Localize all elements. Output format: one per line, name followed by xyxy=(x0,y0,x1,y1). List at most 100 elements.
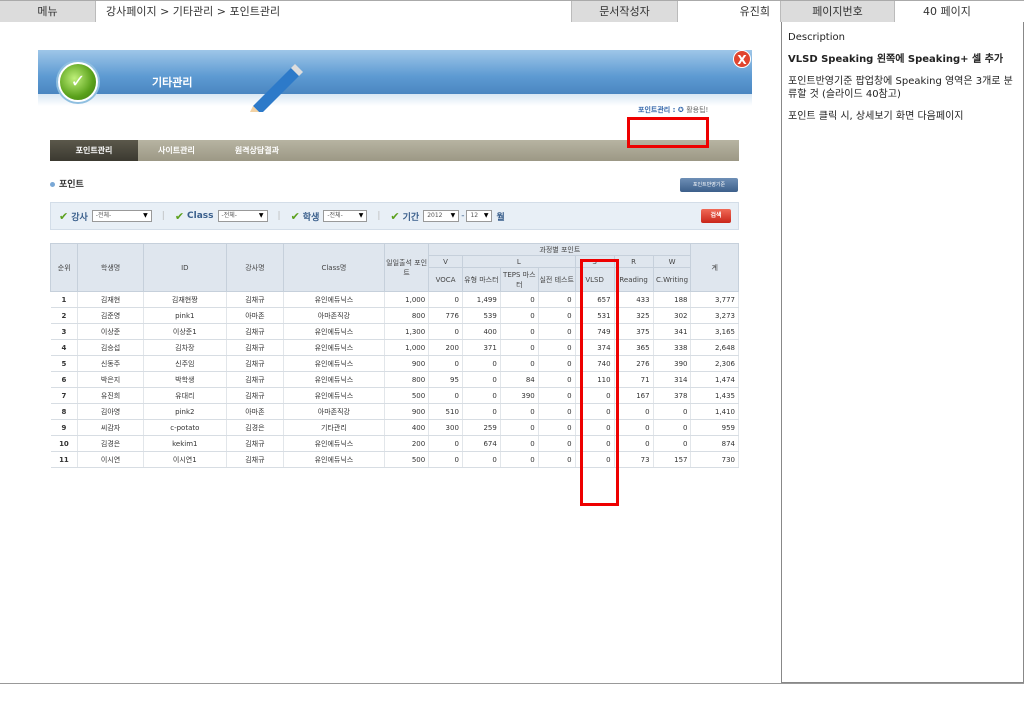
cell-daily[interactable]: 1,000 xyxy=(384,339,430,356)
cell-type-master[interactable]: 0 xyxy=(462,387,501,404)
cell-type-master[interactable]: 0 xyxy=(462,371,501,388)
cell-cwriting[interactable]: 341 xyxy=(653,323,692,340)
cell-teps-master[interactable]: 0 xyxy=(500,419,539,436)
close-icon[interactable]: X xyxy=(733,50,751,68)
cell-total[interactable]: 3,777 xyxy=(690,291,739,308)
cell-daily[interactable]: 500 xyxy=(384,387,430,404)
cell-real-test[interactable]: 0 xyxy=(538,403,576,420)
cell-cwriting[interactable]: 0 xyxy=(653,435,692,452)
cell-real-test[interactable]: 0 xyxy=(538,419,576,436)
student-select[interactable]: -전체- ▼ xyxy=(323,210,368,222)
cell-voca[interactable]: 776 xyxy=(428,307,463,324)
cell-total[interactable]: 1,410 xyxy=(690,403,739,420)
cell-type-master[interactable]: 0 xyxy=(462,355,501,372)
table-row[interactable]: 1 김재현 김재현짱 김채규 유인에듀닉스 1,000 0 1,499 0 0 657 433 188 3… xyxy=(50,291,739,308)
table-row[interactable]: 9 씨감자 c-potato 김경은 기타관리 400 300 259 0 0 0 0 0 959 xyxy=(50,419,739,436)
tab-remote-consult-results[interactable]: 원격상담결과 xyxy=(215,140,299,161)
cell-cwriting[interactable]: 188 xyxy=(653,291,692,308)
cell-teps-master[interactable]: 390 xyxy=(500,387,539,404)
cell-daily[interactable]: 1,300 xyxy=(384,323,430,340)
cell-voca[interactable]: 200 xyxy=(428,339,463,356)
cell-teps-master[interactable]: 0 xyxy=(500,435,539,452)
cell-total[interactable]: 1,435 xyxy=(690,387,739,404)
cell-voca[interactable]: 0 xyxy=(428,451,463,468)
cell-type-master[interactable]: 0 xyxy=(462,403,501,420)
cell-type-master[interactable]: 539 xyxy=(462,307,501,324)
cell-reading[interactable]: 375 xyxy=(614,323,654,340)
cell-total[interactable]: 2,648 xyxy=(690,339,739,356)
cell-reading[interactable]: 71 xyxy=(614,371,654,388)
cell-cwriting[interactable]: 0 xyxy=(653,419,692,436)
cell-voca[interactable]: 95 xyxy=(428,371,463,388)
search-button[interactable]: 검색 xyxy=(701,209,731,223)
cell-real-test[interactable]: 0 xyxy=(538,435,576,452)
cell-reading[interactable]: 325 xyxy=(614,307,654,324)
cell-daily[interactable]: 900 xyxy=(384,355,430,372)
cell-teps-master[interactable]: 0 xyxy=(500,451,539,468)
cell-cwriting[interactable]: 302 xyxy=(653,307,692,324)
class-select[interactable]: -전체- ▼ xyxy=(217,210,268,222)
table-row[interactable]: 8 김아영 pink2 아마존 아마존직강 900 510 0 0 0 0 0 0 1,410 xyxy=(50,403,739,420)
cell-daily[interactable]: 500 xyxy=(384,451,430,468)
cell-real-test[interactable]: 0 xyxy=(538,451,576,468)
cell-type-master[interactable]: 674 xyxy=(462,435,501,452)
cell-reading[interactable]: 167 xyxy=(614,387,654,404)
tab-site-management[interactable]: 사이트관리 xyxy=(138,140,215,161)
cell-daily[interactable]: 1,000 xyxy=(384,291,430,308)
cell-teps-master[interactable]: 84 xyxy=(500,371,539,388)
cell-voca[interactable]: 300 xyxy=(428,419,463,436)
cell-type-master[interactable]: 1,499 xyxy=(462,291,501,308)
cell-real-test[interactable]: 0 xyxy=(538,371,576,388)
cell-real-test[interactable]: 0 xyxy=(538,323,576,340)
cell-total[interactable]: 730 xyxy=(690,451,739,468)
cell-daily[interactable]: 400 xyxy=(384,419,430,436)
cell-cwriting[interactable]: 0 xyxy=(653,403,692,420)
cell-real-test[interactable]: 0 xyxy=(538,339,576,356)
table-row[interactable]: 3 이상준 이상준1 김채규 유인에듀닉스 1,300 0 400 0 0 749 375 341 3,1… xyxy=(50,323,739,340)
cell-real-test[interactable]: 0 xyxy=(538,387,576,404)
cell-voca[interactable]: 0 xyxy=(428,435,463,452)
cell-type-master[interactable]: 0 xyxy=(462,451,501,468)
teacher-select[interactable]: -전체- ▼ xyxy=(91,210,152,222)
tip-link[interactable]: 활용팁! xyxy=(686,106,708,114)
cell-total[interactable]: 874 xyxy=(690,435,739,452)
cell-cwriting[interactable]: 314 xyxy=(653,371,692,388)
cell-total[interactable]: 959 xyxy=(690,419,739,436)
cell-cwriting[interactable]: 338 xyxy=(653,339,692,356)
cell-daily[interactable]: 900 xyxy=(384,403,430,420)
cell-real-test[interactable]: 0 xyxy=(538,355,576,372)
cell-reading[interactable]: 0 xyxy=(614,419,654,436)
table-row[interactable]: 2 김준영 pink1 아마존 아마존직강 800 776 539 0 0 531 325 302 3,2… xyxy=(50,307,739,324)
cell-reading[interactable]: 73 xyxy=(614,451,654,468)
tab-point-management[interactable]: 포인트관리 xyxy=(50,140,138,161)
cell-voca[interactable]: 0 xyxy=(428,323,463,340)
cell-teps-master[interactable]: 0 xyxy=(500,403,539,420)
point-criteria-button[interactable]: 포인트반영기준 xyxy=(680,178,738,192)
cell-reading[interactable]: 365 xyxy=(614,339,654,356)
cell-teps-master[interactable]: 0 xyxy=(500,323,539,340)
year-select[interactable]: 2012 ▼ xyxy=(423,210,460,222)
cell-total[interactable]: 2,306 xyxy=(690,355,739,372)
cell-real-test[interactable]: 0 xyxy=(538,291,576,308)
table-row[interactable]: 7 유진희 유대리 김채규 유인에듀닉스 500 0 0 390 0 0 167 378 1,435 xyxy=(50,387,739,404)
cell-real-test[interactable]: 0 xyxy=(538,307,576,324)
table-row[interactable]: 4 김승섭 김차장 김채규 유인에듀닉스 1,000 200 371 0 0 374 365 338 2,… xyxy=(50,339,739,356)
cell-voca[interactable]: 0 xyxy=(428,387,463,404)
cell-reading[interactable]: 0 xyxy=(614,403,654,420)
cell-type-master[interactable]: 259 xyxy=(462,419,501,436)
cell-teps-master[interactable]: 0 xyxy=(500,291,539,308)
cell-reading[interactable]: 0 xyxy=(614,435,654,452)
cell-total[interactable]: 3,273 xyxy=(690,307,739,324)
cell-teps-master[interactable]: 0 xyxy=(500,339,539,356)
cell-voca[interactable]: 0 xyxy=(428,291,463,308)
cell-cwriting[interactable]: 390 xyxy=(653,355,692,372)
cell-cwriting[interactable]: 378 xyxy=(653,387,692,404)
cell-total[interactable]: 1,474 xyxy=(690,371,739,388)
table-row[interactable]: 11 이시연 이시연1 김채규 유인에듀닉스 500 0 0 0 0 0 73 157 730 xyxy=(50,451,739,468)
cell-teps-master[interactable]: 0 xyxy=(500,307,539,324)
cell-type-master[interactable]: 400 xyxy=(462,323,501,340)
cell-teps-master[interactable]: 0 xyxy=(500,355,539,372)
cell-reading[interactable]: 276 xyxy=(614,355,654,372)
month-select[interactable]: 12 ▼ xyxy=(466,210,493,222)
cell-daily[interactable]: 200 xyxy=(384,435,430,452)
